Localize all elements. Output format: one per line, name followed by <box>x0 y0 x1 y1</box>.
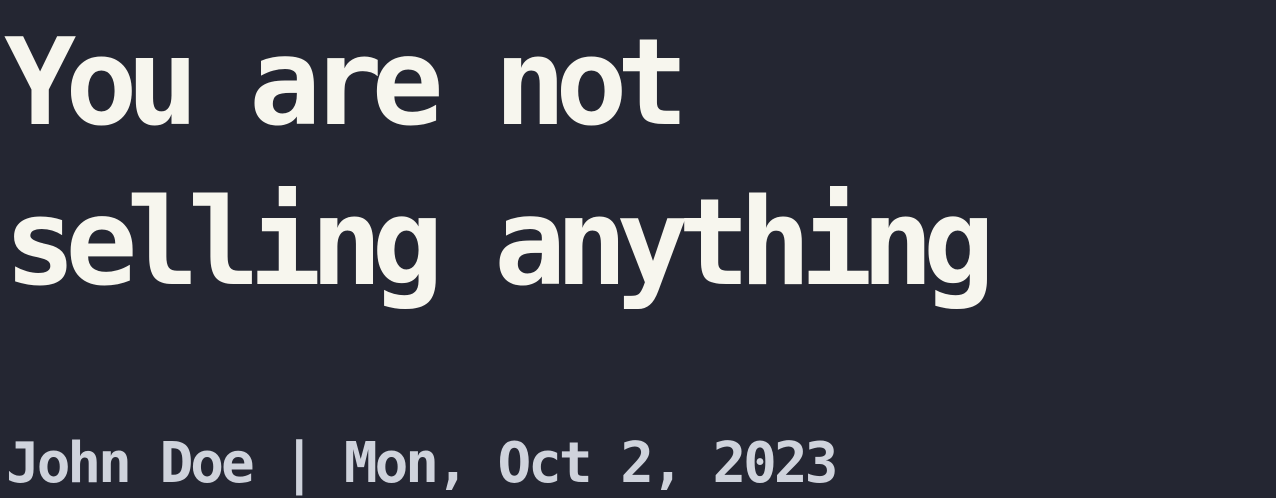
post-date: Mon, Oct 2, 2023 <box>343 431 838 496</box>
post-title-line-2: selling anything <box>4 174 995 313</box>
post-header: You are not selling anything John Doe | … <box>0 0 1276 498</box>
post-title-line-1: You are not <box>4 14 689 153</box>
meta-separator: | <box>251 431 344 496</box>
author-name: John Doe <box>6 431 255 496</box>
post-title: You are not selling anything <box>4 4 995 324</box>
post-meta: John Doe | Mon, Oct 2, 2023 <box>6 424 838 498</box>
